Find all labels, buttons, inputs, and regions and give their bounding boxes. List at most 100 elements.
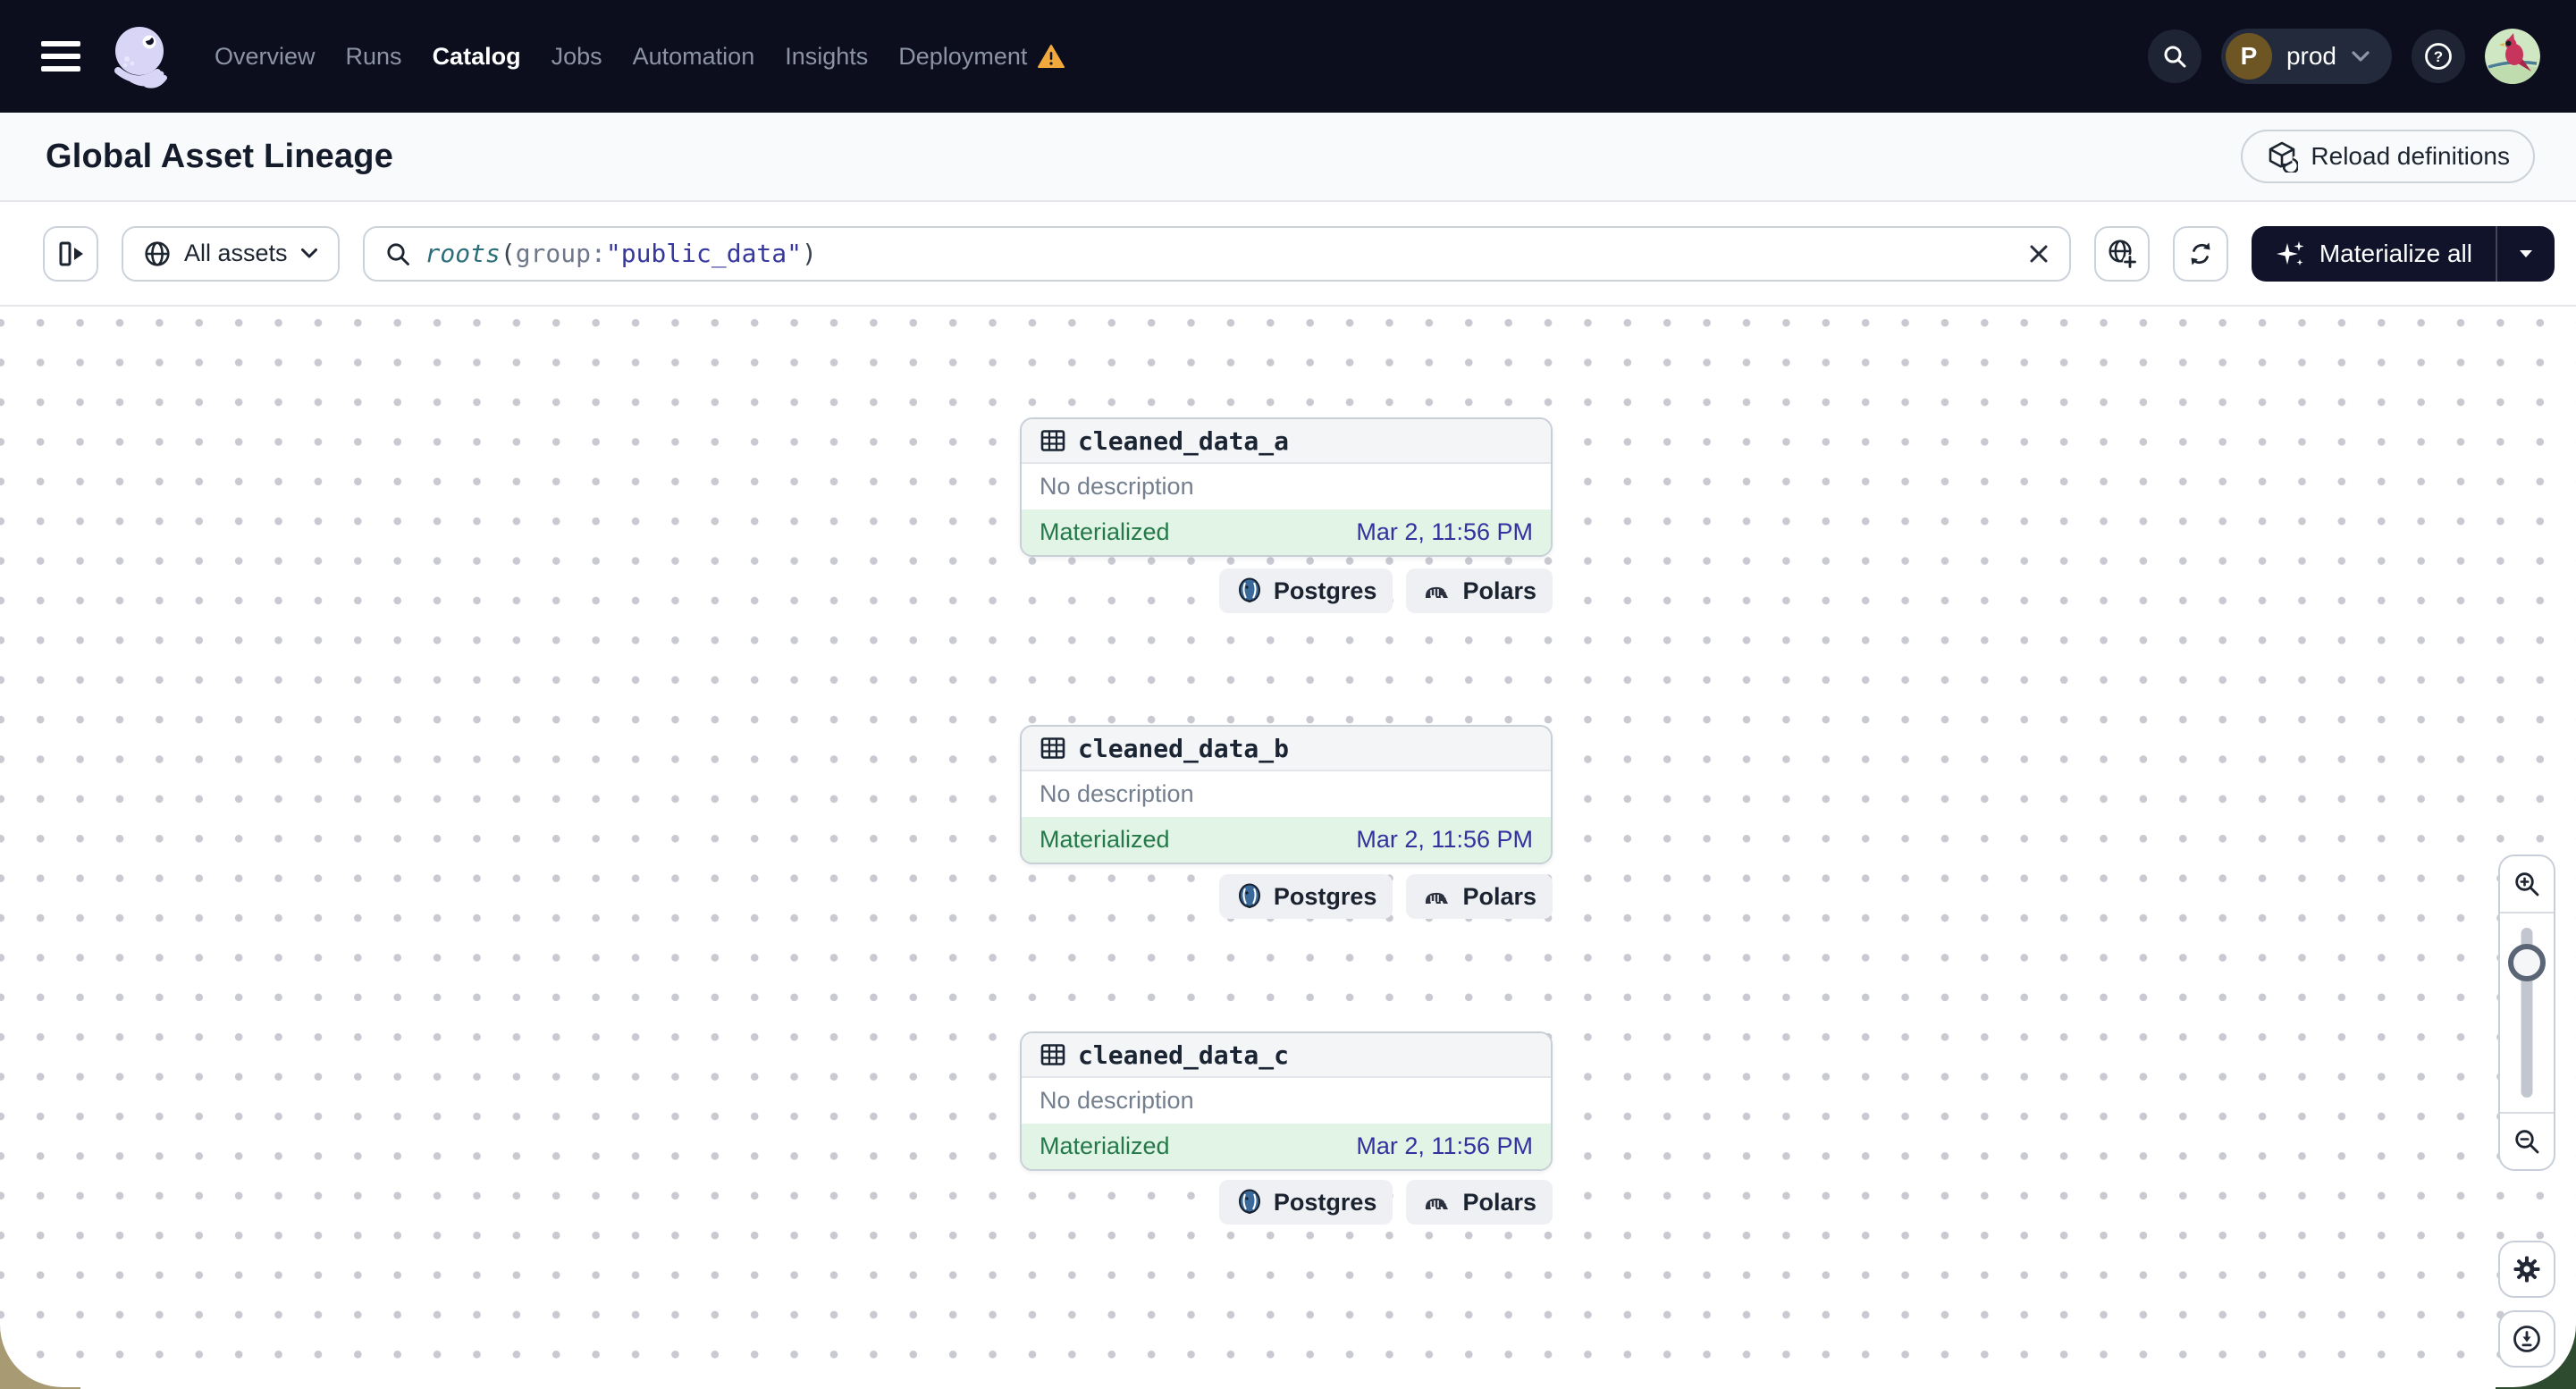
refresh-icon: [2186, 240, 2215, 268]
user-avatar[interactable]: [2485, 29, 2540, 84]
zoom-slider[interactable]: [2500, 912, 2554, 1114]
globe-plus-icon: [2106, 238, 2138, 270]
materialization-timestamp[interactable]: Mar 2, 11:56 PM: [1356, 1132, 1533, 1160]
reload-definitions-label: Reload definitions: [2311, 142, 2510, 170]
status-badge: Materialized: [1040, 826, 1170, 853]
zoom-in-button[interactable]: [2500, 856, 2554, 912]
search-icon: [2161, 43, 2188, 70]
tag-label: Polars: [1462, 577, 1536, 604]
graph-settings-button[interactable]: [2498, 1241, 2555, 1298]
query-value: "public_data": [605, 239, 803, 268]
asset-tag-row: Postgres Polars: [1218, 568, 1553, 613]
tag-label: Postgres: [1273, 882, 1377, 910]
materialize-all-button[interactable]: Materialize all: [2252, 226, 2496, 282]
tag-polars[interactable]: Polars: [1406, 1180, 1553, 1225]
search-icon: [384, 240, 411, 267]
dagster-logo-icon[interactable]: [105, 22, 173, 90]
zoom-out-icon: [2513, 1127, 2541, 1156]
tag-label: Polars: [1462, 882, 1536, 910]
status-badge: Materialized: [1040, 1132, 1170, 1159]
asset-selection-input[interactable]: roots(group:"public_data"): [362, 225, 2071, 282]
asset-tag-row: Postgres Polars: [1218, 1180, 1553, 1225]
asset-node-cleaned-data-a[interactable]: cleaned_data_a No description Materializ…: [1020, 417, 1553, 557]
tag-label: Postgres: [1273, 1188, 1377, 1216]
help-button[interactable]: ?: [2412, 29, 2465, 83]
chevron-down-icon: [2518, 248, 2534, 259]
asset-scope-selector[interactable]: All assets: [122, 225, 340, 282]
zoom-out-button[interactable]: [2500, 1114, 2554, 1169]
asset-node-header: cleaned_data_b: [1022, 727, 1551, 771]
svg-text:?: ?: [2434, 48, 2443, 65]
deployment-switcher[interactable]: P prod: [2220, 29, 2392, 84]
asset-selection-query: roots(group:"public_data"): [425, 239, 2014, 268]
lineage-toolbar: All assets roots(group:"public_data") Ma…: [0, 202, 2576, 307]
polars-icon: [1422, 884, 1452, 909]
postgres-icon: [1235, 882, 1264, 911]
tag-polars[interactable]: Polars: [1406, 874, 1553, 919]
table-icon: [1040, 735, 1066, 762]
deployment-name: prod: [2286, 42, 2336, 70]
tag-postgres[interactable]: Postgres: [1218, 568, 1393, 613]
refresh-button[interactable]: [2172, 225, 2228, 282]
warning-triangle-icon: [1038, 44, 1065, 69]
zoom-in-icon: [2513, 870, 2541, 898]
asset-materialization-status: Materialized Mar 2, 11:56 PM: [1022, 1124, 1551, 1169]
nav-item-insights[interactable]: Insights: [785, 43, 868, 71]
status-badge: Materialized: [1040, 518, 1170, 545]
asset-tag-row: Postgres Polars: [1218, 874, 1553, 919]
navbar-right-group: P prod ?: [2147, 29, 2540, 84]
tag-postgres[interactable]: Postgres: [1218, 1180, 1393, 1225]
asset-description: No description: [1022, 1078, 1551, 1124]
lineage-graph-canvas[interactable]: cleaned_data_a No description Materializ…: [0, 307, 2576, 1387]
filter-to-selection-button[interactable]: [2093, 225, 2150, 282]
nav-item-overview[interactable]: Overview: [215, 43, 316, 71]
nav-item-runs[interactable]: Runs: [346, 43, 402, 71]
materialize-all-label: Materialize all: [2319, 239, 2472, 267]
asset-scope-label: All assets: [184, 240, 288, 266]
zoom-slider-handle[interactable]: [2508, 944, 2546, 981]
asset-name: cleaned_data_c: [1078, 1040, 1290, 1070]
tag-label: Polars: [1462, 1188, 1536, 1216]
page-title: Global Asset Lineage: [46, 137, 394, 175]
chevron-down-icon: [2351, 50, 2370, 63]
main-navigation: Overview Runs Catalog Jobs Automation In…: [215, 43, 1065, 71]
materialize-options-button[interactable]: [2496, 225, 2555, 282]
tag-polars[interactable]: Polars: [1406, 568, 1553, 613]
top-navbar: Overview Runs Catalog Jobs Automation In…: [0, 0, 2576, 113]
nav-item-automation[interactable]: Automation: [633, 43, 755, 71]
materialization-timestamp[interactable]: Mar 2, 11:56 PM: [1356, 518, 1533, 546]
polars-icon: [1422, 1190, 1452, 1215]
nav-item-catalog[interactable]: Catalog: [433, 43, 521, 71]
nav-item-jobs[interactable]: Jobs: [551, 43, 602, 71]
materialize-all-split-button: Materialize all: [2251, 225, 2555, 282]
asset-materialization-status: Materialized Mar 2, 11:56 PM: [1022, 817, 1551, 863]
gear-icon: [2512, 1254, 2542, 1284]
reload-definitions-button[interactable]: Reload definitions: [2241, 130, 2535, 183]
nav-item-deployment[interactable]: Deployment: [898, 43, 1065, 71]
postgres-icon: [1235, 577, 1264, 605]
query-function: roots: [425, 239, 501, 268]
query-attribute: group:: [515, 239, 606, 268]
table-icon: [1040, 1041, 1066, 1068]
reload-definitions-icon: [2266, 140, 2299, 173]
download-icon: [2512, 1324, 2542, 1354]
query-punctuation: (: [500, 239, 516, 268]
page-header: Global Asset Lineage Reload definitions: [0, 113, 2576, 202]
asset-node-cleaned-data-b[interactable]: cleaned_data_b No description Materializ…: [1020, 725, 1553, 864]
nav-item-label: Deployment: [898, 42, 1028, 70]
asset-description: No description: [1022, 771, 1551, 817]
download-image-button[interactable]: [2498, 1310, 2555, 1368]
query-punctuation: ): [802, 239, 817, 268]
open-left-panel-icon: [55, 239, 86, 269]
clear-icon[interactable]: [2028, 243, 2050, 265]
open-left-panel-button[interactable]: [43, 225, 98, 282]
deployment-initial-badge: P: [2225, 33, 2272, 80]
asset-name: cleaned_data_b: [1078, 733, 1290, 763]
asset-node-cleaned-data-c[interactable]: cleaned_data_c No description Materializ…: [1020, 1031, 1553, 1171]
asset-description: No description: [1022, 464, 1551, 509]
hamburger-menu-icon[interactable]: [41, 41, 80, 72]
materialization-timestamp[interactable]: Mar 2, 11:56 PM: [1356, 826, 1533, 854]
search-button[interactable]: [2147, 29, 2201, 83]
chevron-down-icon: [300, 248, 318, 259]
tag-postgres[interactable]: Postgres: [1218, 874, 1393, 919]
